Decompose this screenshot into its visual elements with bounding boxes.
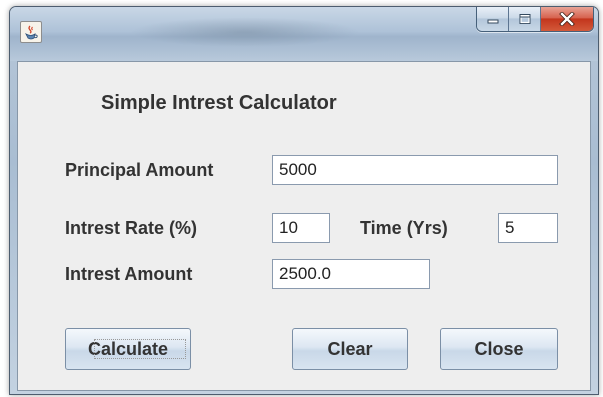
interest-amount-output[interactable]: 2500.0 [272, 259, 430, 289]
principal-amount-input[interactable]: 5000 [272, 155, 558, 185]
maximize-button[interactable] [509, 7, 541, 31]
close-window-button[interactable] [541, 7, 593, 31]
interest-rate-input[interactable]: 10 [272, 213, 330, 243]
time-input[interactable]: 5 [498, 213, 558, 243]
minimize-icon [487, 19, 498, 24]
interest-rate-label: Intrest Rate (%) [65, 218, 198, 238]
caption-buttons [476, 7, 594, 32]
calculator-window: Simple Intrest Calculator Principal Amou… [9, 6, 599, 395]
calculate-button-label: Calculate [87, 338, 169, 359]
title-bar[interactable] [10, 7, 598, 61]
close-icon [559, 12, 575, 26]
interest-amount-label: Intrest Amount [65, 264, 193, 284]
form-heading: Simple Intrest Calculator [101, 92, 337, 114]
maximize-icon [519, 14, 530, 24]
minimize-button[interactable] [477, 7, 509, 31]
principal-amount-label: Principal Amount [65, 160, 214, 180]
java-cup-icon[interactable] [20, 21, 42, 43]
form-panel: Simple Intrest Calculator Principal Amou… [17, 61, 591, 391]
calculate-button[interactable]: Calculate [65, 328, 191, 370]
clear-button[interactable]: Clear [292, 328, 408, 370]
close-button[interactable]: Close [440, 328, 558, 370]
time-label: Time (Yrs) [360, 218, 448, 238]
